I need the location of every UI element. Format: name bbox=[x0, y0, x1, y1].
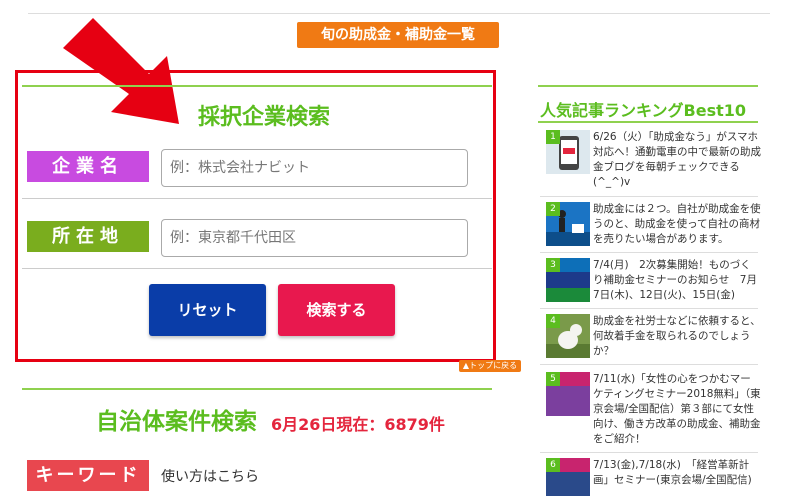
rank-number: 1 bbox=[546, 130, 560, 144]
reset-button[interactable]: リセット bbox=[149, 284, 266, 336]
rank-number: 5 bbox=[546, 372, 560, 386]
ranking-divider bbox=[540, 308, 758, 309]
rank-number: 3 bbox=[546, 258, 560, 272]
rank-number: 6 bbox=[546, 458, 560, 472]
ranking-divider bbox=[540, 196, 758, 197]
ranking-item-text: 助成金を社労士などに依頼すると、何故着手金を取られるのでしょうか？ bbox=[593, 315, 761, 357]
ranking-divider bbox=[540, 452, 758, 453]
back-to-top-link[interactable]: ▲トップに戻る bbox=[459, 360, 521, 372]
row-divider bbox=[22, 268, 492, 269]
ranking-item-text: 7/11(水)「女性の心をつかむマーケティングセミナー2018無料」（東京会場/… bbox=[593, 373, 761, 445]
subsidy-list-banner[interactable]: 旬の助成金・補助金一覧 bbox=[297, 22, 499, 48]
rank-number: 2 bbox=[546, 202, 560, 216]
ranking-item-text: 6/26（火）「助成金なう」がスマホ対応へ！通勤電車の中で最新の助成金ブログを毎… bbox=[593, 131, 761, 188]
company-name-input[interactable] bbox=[161, 149, 468, 187]
sidebar-title-underline bbox=[538, 121, 758, 123]
municipal-search-title: 自治体案件検索 bbox=[96, 409, 257, 435]
location-label: 所在地 bbox=[27, 221, 149, 252]
row-divider bbox=[22, 198, 492, 199]
ranking-divider bbox=[540, 252, 758, 253]
ranking-item-text: 7/4(月) 2次募集開始！ものづくり補助金セミナーのお知らせ 7月7日(木)、… bbox=[593, 259, 757, 301]
usage-guide-link[interactable]: 使い方はこちら bbox=[161, 466, 259, 486]
search-button[interactable]: 検索する bbox=[278, 284, 395, 336]
ranking-item-text: 7/13(金),7/18(水) 「経営革新計画」セミナー(東京会場/全国配信) bbox=[593, 459, 752, 486]
keyword-label: キーワード bbox=[27, 460, 149, 491]
company-search-title: 採択企業検索 bbox=[198, 105, 331, 130]
municipal-section-border bbox=[22, 388, 492, 390]
ranking-title: 人気記事ランキングBest10 bbox=[540, 101, 747, 120]
case-count-status: 6月26日現在：6879件 bbox=[271, 415, 445, 434]
rank-number: 4 bbox=[546, 314, 560, 328]
location-input[interactable] bbox=[161, 219, 468, 257]
sidebar-top-border bbox=[538, 85, 758, 87]
section-top-border bbox=[22, 85, 492, 87]
company-name-label: 企業名 bbox=[27, 151, 149, 182]
ranking-item-text: 助成金には２つ。自社が助成金を使うのと、助成金を使って自社の商材を売りたい場合が… bbox=[593, 203, 761, 245]
ranking-divider bbox=[540, 364, 758, 365]
